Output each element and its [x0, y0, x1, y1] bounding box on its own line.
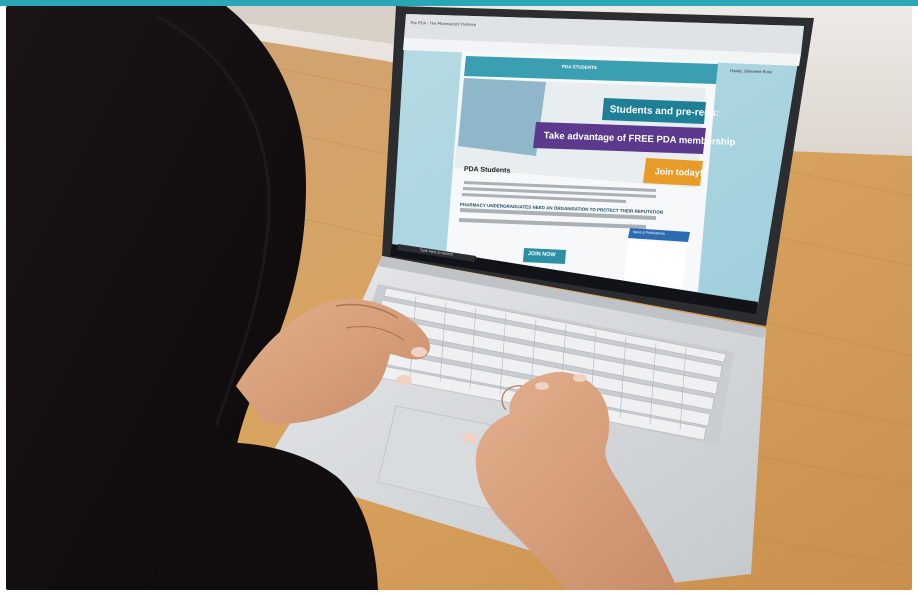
photo-scene	[6, 6, 912, 590]
laptop-photo: The PDA - The Pharmacists' Defence PDA S…	[6, 6, 912, 590]
photo-frame: The PDA - The Pharmacists' Defence PDA S…	[0, 0, 918, 596]
